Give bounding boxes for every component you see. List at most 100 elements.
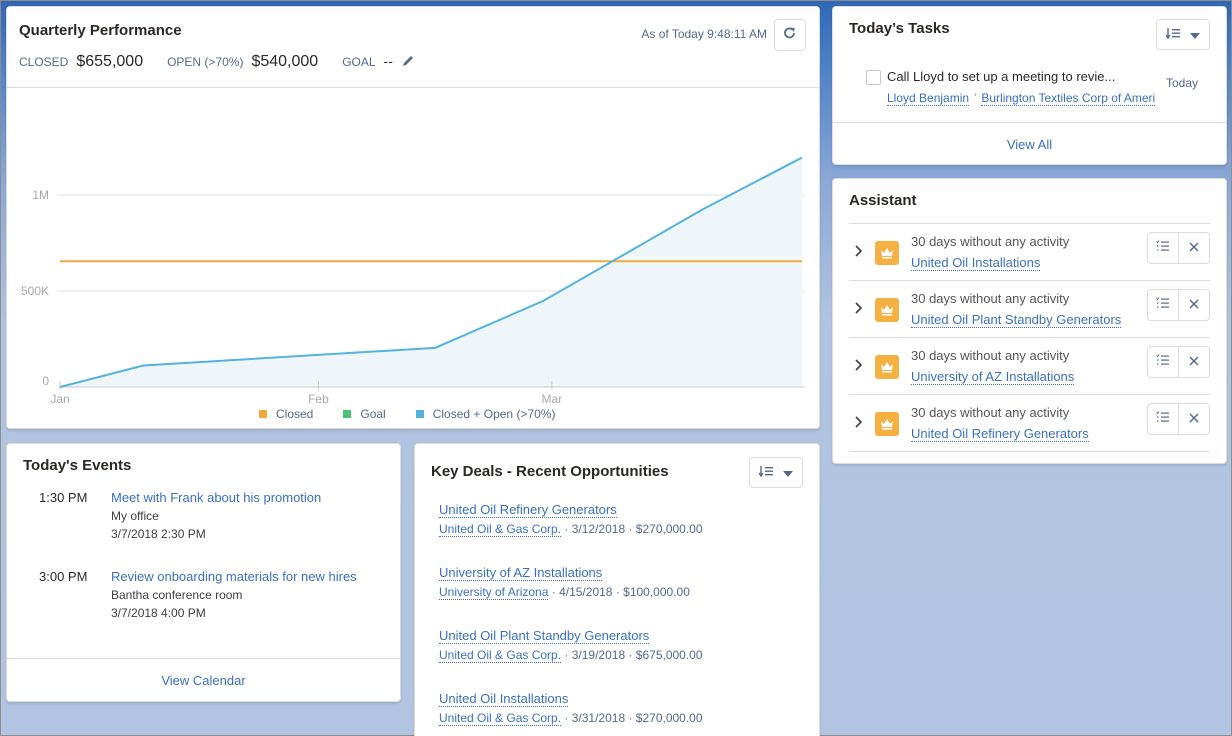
close-icon [1189,410,1199,428]
sort-menu-button[interactable] [1156,19,1210,50]
card-title: Today’s Tasks [849,20,950,37]
as-of-timestamp: As of Today 9:48:11 AM [641,27,767,41]
event-title-link[interactable]: Meet with Frank about his promotion [111,490,321,505]
todays-events-card: Today's Events 1:30 PM Meet with Frank a… [6,443,401,702]
dismiss-button[interactable] [1178,233,1209,263]
performance-stats: CLOSED $655,000 OPEN (>70%) $540,000 GOA… [19,53,415,71]
closed-open-area [60,157,802,387]
deal-details: United Oil & Gas Corp. · 3/19/2018 · $67… [439,648,703,663]
y-tick-label: 1M [32,188,49,202]
task-list-icon [1156,239,1170,257]
assistant-record-link[interactable]: United Oil Refinery Generators [911,426,1089,442]
legend-label: Closed [276,407,314,421]
task-related: Lloyd Benjamin ' Burlington Textiles Corp … [887,91,1156,106]
deal-separator: · [625,522,636,536]
assistant-actions [1147,232,1210,264]
key-deals-card: Key Deals - Recent Opportunities United … [414,443,820,736]
close-icon [1189,239,1199,257]
legend-swatch [415,410,424,418]
task-contact-link[interactable]: Lloyd Benjamin [887,91,970,106]
chevron-right-icon[interactable] [854,415,864,429]
assistant-item: 30 days without any activity United Oil … [849,395,1210,452]
deal-separator: · [551,585,560,599]
y-tick-label: 500K [21,284,49,298]
assistant-record-link[interactable]: United Oil Installations [911,255,1041,271]
assistant-actions [1147,403,1210,435]
account-link[interactable]: University of Arizona [439,585,549,600]
account-link[interactable]: United Oil & Gas Corp. [439,648,562,663]
opportunity-link[interactable]: United Oil Installations [439,691,569,707]
goal-value: -- [383,53,393,69]
deal-details: United Oil & Gas Corp. · 3/31/2018 · $27… [439,711,703,726]
assistant-item: 30 days without any activity United Oil … [849,281,1210,338]
account-link[interactable]: United Oil & Gas Corp. [439,522,562,537]
assistant-record-link[interactable]: University of AZ Installations [911,369,1075,385]
deal-details: United Oil & Gas Corp. · 3/12/2018 · $27… [439,522,703,537]
event-location: My office [111,509,159,523]
legend-label: Goal [360,407,386,421]
task-list-icon [1156,296,1170,314]
dismiss-button[interactable] [1178,290,1209,320]
close-icon [1189,353,1199,371]
event-title-link[interactable]: Review onboarding materials for new hire… [111,569,357,584]
event-end-time: 3/7/2018 4:00 PM [111,606,206,620]
create-task-button[interactable] [1148,404,1178,434]
quarterly-performance-card: Quarterly Performance CLOSED $655,000 OP… [6,6,820,429]
assistant-record-link[interactable]: United Oil Plant Standby Generators [911,312,1122,328]
deal-details: University of Arizona · 4/15/2018 · $100… [439,585,690,600]
opportunity-link[interactable]: University of AZ Installations [439,565,603,581]
view-calendar-link[interactable]: View Calendar [161,673,245,688]
dismiss-button[interactable] [1178,404,1209,434]
task-checkbox[interactable] [866,70,881,85]
assistant-message: 30 days without any activity [911,405,1070,420]
sort-icon [758,464,775,482]
card-title: Assistant [849,192,917,209]
legend-swatch [259,410,267,418]
assistant-list: 30 days without any activity United Oil … [849,223,1210,452]
chevron-right-icon[interactable] [854,358,864,372]
create-task-button[interactable] [1148,347,1178,377]
chevron-right-icon[interactable] [854,301,864,315]
card-title: Quarterly Performance [19,22,182,39]
deal-separator: · [564,522,572,536]
create-task-button[interactable] [1148,290,1178,320]
task-list-icon [1156,410,1170,428]
amount: $270,000.00 [635,522,703,536]
refresh-button[interactable] [774,19,806,51]
crown-icon [875,412,899,436]
task-list-icon [1156,353,1170,371]
event-location: Bantha conference room [111,588,243,602]
close-date: 3/19/2018 [571,648,626,662]
task-subject[interactable]: Call Lloyd to set up a meeting to revie.… [887,69,1115,84]
chevron-right-icon[interactable] [854,244,864,258]
dismiss-button[interactable] [1178,347,1209,377]
close-date: 3/12/2018 [571,522,626,536]
chevron-down-icon [783,464,793,482]
tasks-footer: View All [833,122,1226,165]
refresh-icon [783,26,797,45]
deal-separator: · [612,585,624,599]
legend-item-closed: Closed [259,407,313,421]
deal-item: University of AZ Installations Universit… [439,564,690,600]
opportunity-link[interactable]: United Oil Plant Standby Generators [439,628,650,644]
create-task-button[interactable] [1148,233,1178,263]
card-title: Key Deals - Recent Opportunities [431,463,669,480]
opportunity-link[interactable]: United Oil Refinery Generators [439,502,617,518]
chevron-down-icon [1190,26,1200,44]
crown-icon [875,355,899,379]
task-account-link[interactable]: Burlington Textiles Corp of Ameri [981,91,1156,106]
sort-menu-button[interactable] [749,457,803,488]
x-tick-label: Mar [542,392,563,406]
assistant-item: 30 days without any activity University … [849,338,1210,395]
deal-item: United Oil Refinery Generators United Oi… [439,501,703,537]
amount: $270,000.00 [635,711,703,725]
amount: $100,000.00 [623,585,690,599]
event-time: 3:00 PM [39,569,88,584]
performance-chart: 0 500K 1M Jan Feb Mar [21,156,805,406]
account-link[interactable]: United Oil & Gas Corp. [439,711,562,726]
view-all-link[interactable]: View All [1007,137,1052,152]
pencil-icon[interactable] [401,54,415,71]
open-value: $540,000 [251,53,319,70]
assistant-actions [1147,289,1210,321]
task-due-date: Today [1166,76,1199,90]
